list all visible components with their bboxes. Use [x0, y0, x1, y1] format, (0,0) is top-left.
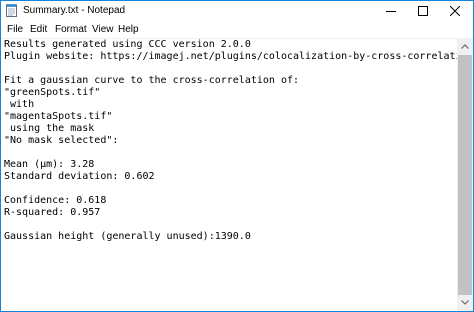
- window-title: Summary.txt - Notepad: [23, 5, 126, 16]
- document-line: "greenSpots.tif": [4, 87, 101, 98]
- scroll-up-arrow-icon: [461, 44, 469, 49]
- text-editor[interactable]: Results generated using CCC version 2.0.…: [1, 39, 457, 311]
- notepad-icon[interactable]: [6, 4, 17, 17]
- document-line: Mean (µm): 3.28: [4, 159, 95, 170]
- scroll-down-button[interactable]: [457, 295, 473, 311]
- document-line: R-squared: 0.957: [4, 207, 101, 218]
- minimize-icon: [386, 11, 396, 12]
- title-bar[interactable]: Summary.txt - Notepad: [1, 1, 473, 21]
- document-line: Fit a gaussian curve to the cross-correl…: [4, 75, 300, 86]
- document-line: Results generated using CCC version 2.0.…: [4, 39, 251, 50]
- document-line: Confidence: 0.618: [4, 195, 107, 206]
- document-line: Gaussian height (generally unused):1390.…: [4, 231, 251, 242]
- maximize-button[interactable]: [407, 1, 439, 21]
- scroll-track[interactable]: [457, 55, 473, 295]
- document-line: Standard deviation: 0.602: [4, 171, 155, 182]
- close-icon: [450, 6, 460, 16]
- vertical-scrollbar[interactable]: [457, 39, 473, 311]
- menu-file[interactable]: File: [7, 23, 23, 36]
- menu-bar: File Edit Format View Help: [1, 22, 473, 38]
- document-line: "magentaSpots.tif": [4, 111, 113, 122]
- scroll-thumb[interactable]: [458, 55, 472, 295]
- document-line: using the mask: [4, 123, 95, 134]
- maximize-icon: [418, 6, 428, 16]
- document-line: with: [4, 99, 35, 110]
- scroll-up-button[interactable]: [457, 39, 473, 55]
- document-line: "No mask selected":: [4, 135, 119, 146]
- menu-edit[interactable]: Edit: [30, 23, 47, 36]
- notepad-window: Summary.txt - Notepad File Edit Format V…: [0, 0, 474, 312]
- scroll-down-arrow-icon: [461, 300, 469, 305]
- menu-view[interactable]: View: [92, 23, 114, 36]
- document-line: Plugin website: https://imagej.net/plugi…: [4, 51, 457, 62]
- menu-help[interactable]: Help: [118, 23, 139, 36]
- close-button[interactable]: [439, 1, 471, 21]
- minimize-button[interactable]: [375, 1, 407, 21]
- menu-format[interactable]: Format: [55, 23, 87, 36]
